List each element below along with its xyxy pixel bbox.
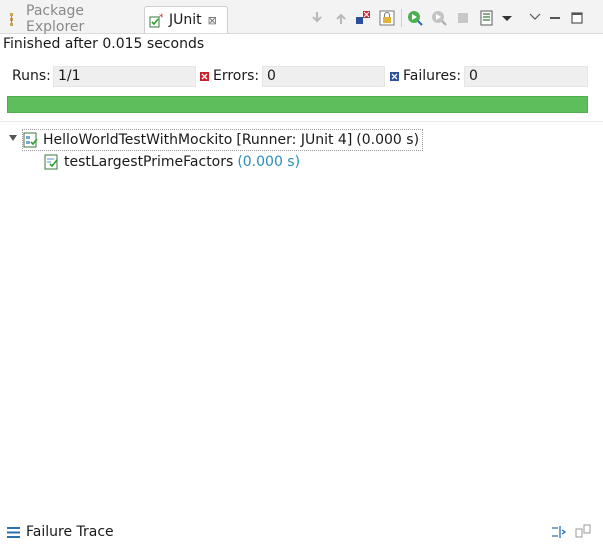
toolbar-separator [401,9,402,27]
compare-result-icon[interactable] [574,523,592,541]
tab-package-explorer[interactable]: Package Explorer [4,3,144,35]
failure-trace-header: Failure Trace [0,520,603,545]
test-suite-ok-icon [23,132,38,148]
runs-label: Runs: [12,68,51,84]
package-explorer-icon [10,13,13,26]
test-run-history-icon[interactable] [478,9,496,27]
view-menu-chevron-down-icon[interactable] [526,9,544,27]
failure-trace-list-icon [7,527,20,538]
test-method-name: testLargestPrimeFactors [64,154,234,170]
filter-stack-trace-icon[interactable] [550,523,568,541]
test-method-time: (0.000 s) [237,154,301,170]
junit-toolbar [308,9,598,27]
failures-value: 0 [464,66,588,87]
junit-icon: * [149,13,164,28]
test-runner-label: [Runner: JUnit 4] [236,132,353,148]
next-failure-icon[interactable] [308,9,326,27]
history-dropdown-chevron-down-icon[interactable] [498,9,516,27]
maximize-icon[interactable] [568,9,586,27]
tab-junit-label: JUnit [169,12,202,28]
expand-collapse-chevron-down-icon[interactable] [9,135,17,141]
error-icon [200,72,209,81]
test-progress-bar [7,96,588,113]
show-failures-only-icon[interactable] [354,9,372,27]
tab-package-explorer-label: Package Explorer [26,3,85,35]
errors-value: 0 [262,66,385,87]
runs-value: 1/1 [53,66,196,87]
previous-failure-icon[interactable] [332,9,350,27]
rerun-test-icon[interactable] [406,9,424,27]
test-class-time: (0.000 s) [356,132,420,148]
close-icon[interactable]: ⊠ [208,14,217,27]
errors-label: Errors: [213,68,260,84]
rerun-failed-first-icon[interactable] [430,9,448,27]
scroll-lock-icon[interactable] [378,9,396,27]
test-ok-icon [44,154,58,170]
minimize-icon[interactable] [546,9,564,27]
failure-icon [390,72,399,81]
test-class-name: HelloWorldTestWithMockito [43,132,233,148]
divider [0,121,603,122]
view-tab-bar: Package Explorer * JUnit ⊠ [0,0,603,35]
failure-trace-title: Failure Trace [26,524,114,540]
svg-text:*: * [159,13,164,23]
stop-icon[interactable] [454,9,472,27]
tab-junit[interactable]: * JUnit ⊠ [144,6,228,33]
failures-label: Failures: [403,68,462,84]
run-status-text: Finished after 0.015 seconds [3,36,205,52]
tree-node-test-method[interactable]: testLargestPrimeFactors (0.000 s) [44,152,300,172]
tree-node-test-class[interactable]: HelloWorldTestWithMockito [Runner: JUnit… [22,129,424,151]
